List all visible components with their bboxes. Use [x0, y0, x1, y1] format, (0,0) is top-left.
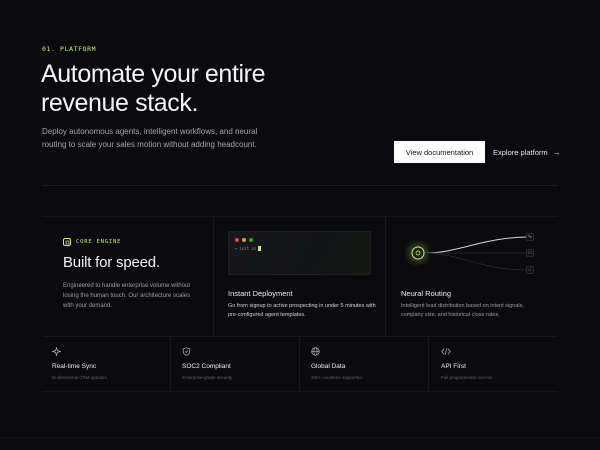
- engine-icon: [63, 238, 71, 246]
- view-documentation-button[interactable]: View documentation: [394, 141, 485, 163]
- terminal-command: init ai: [239, 246, 257, 251]
- routing-title: Neural Routing: [401, 289, 452, 298]
- minimize-dot-icon: [242, 238, 246, 242]
- core-description: Engineered to handle enterprise volume w…: [63, 283, 191, 309]
- routing-lines: [404, 236, 528, 271]
- hero-title-line1: Automate your entire: [41, 60, 266, 88]
- grid-divider: [170, 336, 171, 392]
- prompt-icon: →: [235, 246, 238, 251]
- routing-description: Intelligent lead distribution based on i…: [401, 303, 524, 318]
- maximize-dot-icon: [249, 238, 253, 242]
- database-icon: ▭: [526, 249, 534, 257]
- core-engine-label: CORE ENGINE: [76, 239, 122, 245]
- platform-page: 01. PLATFORM Automate your entire revenu…: [0, 0, 600, 450]
- hero-title: Automate your entire revenue stack.: [41, 60, 341, 118]
- routing-visual: ∿ ▭ ⌂: [400, 228, 545, 280]
- core-engine-tag: CORE ENGINE: [63, 238, 121, 246]
- stat-title: API First: [441, 363, 466, 370]
- stat-description: Full programmatic access.: [441, 375, 494, 380]
- grid-divider: [42, 336, 558, 337]
- arrow-right-icon: →: [552, 147, 561, 157]
- cursor-icon: [258, 246, 262, 251]
- shield-icon: [182, 347, 191, 358]
- terminal-preview: → init ai: [228, 231, 371, 275]
- grid-divider: [299, 336, 300, 392]
- window-controls: [235, 238, 253, 242]
- stat-description: Bi-directional CRM updates.: [52, 375, 109, 380]
- core-title: Built for speed.: [63, 254, 160, 271]
- deployment-description: Go from signup to active prospecting in …: [228, 303, 376, 318]
- terminal-line: → init ai: [235, 246, 262, 251]
- activity-icon: ∿: [526, 233, 534, 241]
- stat-title: Real-time Sync: [52, 363, 97, 370]
- grid-divider: [213, 216, 214, 336]
- section-eyebrow: 01. PLATFORM: [42, 45, 97, 53]
- users-icon: ⌂: [526, 266, 534, 274]
- deployment-title: Instant Deployment: [228, 289, 293, 298]
- sparkle-icon: [51, 346, 62, 358]
- grid-divider: [385, 216, 386, 336]
- stat-title: SOC2 Compliant: [182, 363, 231, 370]
- explore-platform-label: Explore platform: [493, 147, 548, 157]
- code-icon: [441, 347, 451, 358]
- stat-title: Global Data: [311, 363, 346, 370]
- close-dot-icon: [235, 238, 239, 242]
- stat-description: Enterprise-grade security.: [182, 375, 234, 380]
- globe-icon: [311, 347, 320, 358]
- hero-title-line2: revenue stack.: [41, 89, 198, 117]
- footer-divider: [0, 437, 600, 438]
- stat-description: 200+ countries supported.: [311, 375, 364, 380]
- explore-platform-link[interactable]: Explore platform →: [493, 141, 561, 163]
- hero-subtitle: Deploy autonomous agents, intelligent wo…: [42, 127, 258, 149]
- grid-divider: [428, 336, 429, 392]
- hero-divider: [42, 185, 558, 186]
